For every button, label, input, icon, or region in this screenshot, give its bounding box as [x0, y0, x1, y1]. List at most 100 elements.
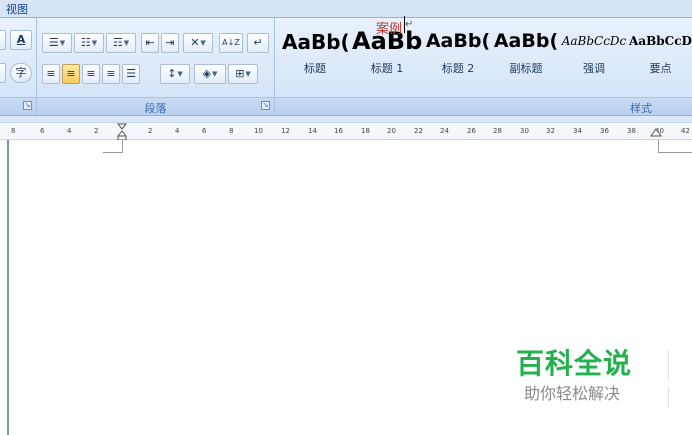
align-left-button[interactable]: ≡ — [42, 64, 60, 84]
document-text[interactable]: 案例 — [376, 18, 402, 37]
font-dialog-launcher-icon[interactable]: ↘ — [23, 101, 32, 110]
ruler-tick: 12 — [281, 127, 290, 135]
align-center-icon: ≡ — [66, 67, 76, 80]
paragraph-mark: ↵ — [405, 19, 414, 30]
style-emphasis-name: 强调 — [583, 62, 605, 75]
font-left-button[interactable] — [0, 30, 6, 50]
bullets-icon: ☰ — [48, 36, 59, 49]
style-strong-name: 要点 — [649, 62, 672, 75]
style-strong-sample: AaBbCcD — [629, 34, 692, 48]
style-emphasis-sample: AaBbCcDc — [561, 34, 627, 48]
divider — [668, 350, 669, 380]
align-center-button[interactable]: ≡ — [62, 64, 80, 84]
right-indent-marker-icon[interactable] — [650, 128, 662, 137]
ruler-tick: 30 — [520, 127, 529, 135]
sort-button[interactable]: A↓Z — [219, 33, 243, 53]
increase-indent-button[interactable]: ⇥ — [161, 33, 179, 53]
style-strong[interactable]: AaBbCcD 要点 — [629, 28, 692, 82]
borders-icon: ⊞ — [235, 67, 245, 80]
ruler-tick: 26 — [467, 127, 476, 135]
ruler-tick: 2 — [94, 127, 99, 135]
increase-indent-icon: ⇥ — [165, 36, 175, 49]
ruler-tick: 32 — [546, 127, 555, 135]
crop-mark-top-right — [658, 152, 692, 153]
ribbon-tab-bar: 视图 — [0, 0, 692, 18]
decrease-indent-button[interactable]: ⇤ — [141, 33, 159, 53]
style-subtitle-sample: AaBb( — [493, 30, 559, 52]
paragraph-mark-icon: ↵ — [253, 36, 263, 49]
chinese-layout-icon: ✕ — [190, 36, 200, 49]
enclose-characters-button[interactable]: 字 — [10, 63, 32, 83]
borders-button[interactable]: ⊞▼ — [228, 64, 258, 84]
ruler-tick: 22 — [414, 127, 423, 135]
style-heading-2-name: 标题 2 — [441, 62, 475, 75]
paragraph-group: ☰▼ ☷▼ ☶▼ ⇤ ⇥ ✕▼ A↓Z ↵ ≡ ≡ ≡ ≡ ☰ ↕▼ ◈▼ ⊞▼… — [37, 18, 275, 115]
ruler-tick: 8 — [229, 127, 234, 135]
style-title-name: 标题 — [304, 62, 326, 75]
ruler-tick: 2 — [148, 127, 153, 135]
ruler-tick: 38 — [627, 127, 636, 135]
character-border-button[interactable]: A — [10, 30, 32, 50]
ruler-tick: 16 — [334, 127, 343, 135]
sort-icon: A↓Z — [222, 38, 240, 47]
ruler-tick: 20 — [387, 127, 396, 135]
page-left-edge — [7, 140, 9, 435]
style-emphasis[interactable]: AaBbCcDc 强调 — [561, 28, 627, 82]
ruler-tick: 18 — [361, 127, 370, 135]
styles-group-label: 样式 — [630, 102, 652, 115]
paragraph-dialog-launcher-icon[interactable]: ↘ — [261, 101, 270, 110]
ruler-tick: 4 — [175, 127, 180, 135]
font-group-label-bar: ↘ — [0, 97, 36, 115]
ruler-tick: 28 — [493, 127, 502, 135]
align-right-button[interactable]: ≡ — [82, 64, 100, 84]
paragraph-group-label: 段落 — [144, 102, 167, 115]
chinese-layout-button[interactable]: ✕▼ — [183, 33, 213, 53]
crop-mark-top-left — [103, 152, 123, 153]
tab-view[interactable]: 视图 — [6, 1, 28, 17]
style-title[interactable]: AaBb( 标题 — [282, 28, 348, 82]
style-heading-2[interactable]: AaBb( 标题 2 — [425, 28, 491, 82]
style-title-sample: AaBb( — [282, 30, 348, 54]
styles-group-label-bar: 样式 — [275, 97, 692, 115]
ribbon: A 字 ↘ ☰▼ ☷▼ ☶▼ ⇤ ⇥ ✕▼ A↓Z ↵ ≡ ≡ ≡ ≡ ☰ ↕▼… — [0, 18, 692, 116]
ruler-tick: 6 — [40, 127, 45, 135]
divider — [668, 386, 669, 408]
styles-group: AaBb( 标题 AaBb 标题 1 AaBb( 标题 2 AaBb( 副标题 … — [275, 18, 692, 115]
decrease-indent-icon: ⇤ — [145, 36, 155, 49]
style-subtitle[interactable]: AaBb( 副标题 — [493, 28, 559, 82]
font-group: A 字 ↘ — [0, 18, 37, 115]
font-left-button-2[interactable] — [0, 63, 6, 83]
align-left-icon: ≡ — [46, 67, 56, 80]
align-right-icon: ≡ — [86, 67, 96, 80]
line-spacing-icon: ↕ — [167, 67, 177, 80]
ruler-tick: 34 — [573, 127, 582, 135]
shading-button[interactable]: ◈▼ — [194, 64, 226, 84]
bullets-button[interactable]: ☰▼ — [42, 33, 72, 53]
ruler-tick: 24 — [440, 127, 449, 135]
ruler-tick: 4 — [67, 127, 72, 135]
style-heading-1-name: 标题 1 — [370, 62, 404, 75]
style-subtitle-name: 副标题 — [509, 62, 543, 75]
shading-icon: ◈ — [202, 67, 212, 80]
style-heading-2-sample: AaBb( — [425, 30, 491, 52]
line-spacing-button[interactable]: ↕▼ — [160, 64, 190, 84]
ruler-tick: 8 — [11, 127, 16, 135]
distributed-align-button[interactable]: ☰ — [122, 64, 140, 84]
paragraph-group-label-bar: 段落 ↘ — [37, 97, 274, 115]
ruler-tick: 42 — [681, 127, 690, 135]
crop-mark-top-left-vertical — [122, 140, 123, 153]
horizontal-ruler[interactable]: 8 6 4 2 2 4 6 8 10 12 14 16 18 20 22 24 … — [0, 122, 692, 141]
justify-button[interactable]: ≡ — [102, 64, 120, 84]
ruler-tick: 10 — [254, 127, 263, 135]
ruler-tick: 36 — [600, 127, 609, 135]
show-formatting-marks-button[interactable]: ↵ — [247, 33, 269, 53]
multilevel-list-button[interactable]: ☶▼ — [106, 33, 136, 53]
distributed-align-icon: ☰ — [126, 67, 136, 80]
numbering-button[interactable]: ☷▼ — [74, 33, 104, 53]
justify-icon: ≡ — [106, 67, 116, 80]
crop-mark-top-right-vertical — [658, 140, 659, 153]
multilevel-list-icon: ☶ — [112, 36, 123, 49]
numbering-icon: ☷ — [80, 36, 91, 49]
left-indent-marker-icon[interactable] — [117, 123, 127, 141]
ruler-tick: 6 — [202, 127, 207, 135]
